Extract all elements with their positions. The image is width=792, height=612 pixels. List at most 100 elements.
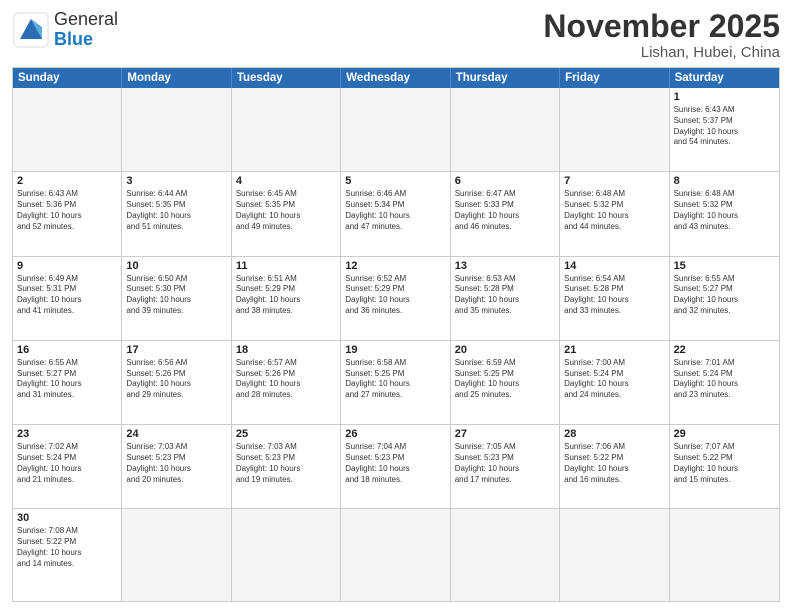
calendar-cell: 14 Sunrise: 6:54 AM Sunset: 5:28 PM Dayli… (560, 257, 669, 340)
calendar-cell (122, 88, 231, 171)
day-info: Sunrise: 6:52 AM Sunset: 5:29 PM Dayligh… (345, 274, 445, 317)
day-number: 13 (455, 260, 555, 272)
calendar-body: 1Sunrise: 6:43 AM Sunset: 5:37 PM Daylig… (13, 88, 779, 601)
calendar-cell: 11 Sunrise: 6:51 AM Sunset: 5:29 PM Dayli… (232, 257, 341, 340)
calendar-cell: 20 Sunrise: 6:59 AM Sunset: 5:25 PM Dayli… (451, 341, 560, 424)
day-info: Sunrise: 7:00 AM Sunset: 5:24 PM Dayligh… (564, 358, 664, 401)
calendar-cell: 28Sunrise: 7:06 AM Sunset: 5:22 PM Dayli… (560, 425, 669, 508)
day-info: Sunrise: 6:59 AM Sunset: 5:25 PM Dayligh… (455, 358, 555, 401)
calendar-cell: 2 Sunrise: 6:43 AM Sunset: 5:36 PM Daylig… (13, 172, 122, 255)
day-info: Sunrise: 6:53 AM Sunset: 5:28 PM Dayligh… (455, 274, 555, 317)
day-info: Sunrise: 6:45 AM Sunset: 5:35 PM Dayligh… (236, 189, 336, 232)
title-area: November 2025 Lishan, Hubei, China (543, 10, 780, 61)
day-number: 10 (126, 260, 226, 272)
day-info: Sunrise: 7:02 AM Sunset: 5:24 PM Dayligh… (17, 442, 117, 485)
calendar-cell: 22 Sunrise: 7:01 AM Sunset: 5:24 PM Dayli… (670, 341, 779, 424)
calendar-week-6: 30 Sunrise: 7:08 AM Sunset: 5:22 PM Dayli… (13, 509, 779, 601)
day-info: Sunrise: 7:03 AM Sunset: 5:23 PM Dayligh… (236, 442, 336, 485)
day-number: 14 (564, 260, 664, 272)
calendar-cell: 25 Sunrise: 7:03 AM Sunset: 5:23 PM Dayli… (232, 425, 341, 508)
calendar-cell: 13 Sunrise: 6:53 AM Sunset: 5:28 PM Dayli… (451, 257, 560, 340)
day-info: Sunrise: 6:56 AM Sunset: 5:26 PM Dayligh… (126, 358, 226, 401)
day-info: Sunrise: 7:08 AM Sunset: 5:22 PM Dayligh… (17, 526, 117, 569)
calendar-cell: 4 Sunrise: 6:45 AM Sunset: 5:35 PM Daylig… (232, 172, 341, 255)
day-info: Sunrise: 6:55 AM Sunset: 5:27 PM Dayligh… (17, 358, 117, 401)
calendar-week-5: 23 Sunrise: 7:02 AM Sunset: 5:24 PM Dayli… (13, 425, 779, 509)
day-number: 30 (17, 512, 117, 524)
calendar-cell: 1Sunrise: 6:43 AM Sunset: 5:37 PM Daylig… (670, 88, 779, 171)
logo-general-text: General (54, 9, 118, 29)
day-number: 12 (345, 260, 445, 272)
day-info: Sunrise: 6:54 AM Sunset: 5:28 PM Dayligh… (564, 274, 664, 317)
calendar-week-1: 1Sunrise: 6:43 AM Sunset: 5:37 PM Daylig… (13, 88, 779, 172)
logo-icon (12, 11, 50, 49)
day-info: Sunrise: 6:48 AM Sunset: 5:32 PM Dayligh… (564, 189, 664, 232)
calendar-cell (451, 509, 560, 601)
logo-blue-text: Blue (54, 29, 93, 49)
day-info: Sunrise: 6:49 AM Sunset: 5:31 PM Dayligh… (17, 274, 117, 317)
day-number: 21 (564, 344, 664, 356)
calendar-cell: 24 Sunrise: 7:03 AM Sunset: 5:23 PM Dayli… (122, 425, 231, 508)
calendar-cell: 23 Sunrise: 7:02 AM Sunset: 5:24 PM Dayli… (13, 425, 122, 508)
calendar-cell: 9 Sunrise: 6:49 AM Sunset: 5:31 PM Daylig… (13, 257, 122, 340)
calendar-cell: 3Sunrise: 6:44 AM Sunset: 5:35 PM Daylig… (122, 172, 231, 255)
day-info: Sunrise: 6:58 AM Sunset: 5:25 PM Dayligh… (345, 358, 445, 401)
day-number: 11 (236, 260, 336, 272)
day-info: Sunrise: 6:57 AM Sunset: 5:26 PM Dayligh… (236, 358, 336, 401)
day-number: 15 (674, 260, 775, 272)
day-info: Sunrise: 7:07 AM Sunset: 5:22 PM Dayligh… (674, 442, 775, 485)
day-info: Sunrise: 6:48 AM Sunset: 5:32 PM Dayligh… (674, 189, 775, 232)
calendar-cell: 30 Sunrise: 7:08 AM Sunset: 5:22 PM Dayli… (13, 509, 122, 601)
day-number: 24 (126, 428, 226, 440)
calendar-cell: 27 Sunrise: 7:05 AM Sunset: 5:23 PM Dayli… (451, 425, 560, 508)
calendar-header-thursday: Thursday (451, 68, 560, 88)
day-number: 26 (345, 428, 445, 440)
calendar-cell: 19 Sunrise: 6:58 AM Sunset: 5:25 PM Dayli… (341, 341, 450, 424)
day-number: 19 (345, 344, 445, 356)
day-number: 29 (674, 428, 775, 440)
calendar-cell (341, 88, 450, 171)
day-info: Sunrise: 6:50 AM Sunset: 5:30 PM Dayligh… (126, 274, 226, 317)
calendar-cell: 6Sunrise: 6:47 AM Sunset: 5:33 PM Daylig… (451, 172, 560, 255)
calendar-cell (13, 88, 122, 171)
calendar-cell: 17Sunrise: 6:56 AM Sunset: 5:26 PM Dayli… (122, 341, 231, 424)
day-number: 20 (455, 344, 555, 356)
calendar: SundayMondayTuesdayWednesdayThursdayFrid… (12, 67, 780, 602)
calendar-cell: 12 Sunrise: 6:52 AM Sunset: 5:29 PM Dayli… (341, 257, 450, 340)
calendar-header-tuesday: Tuesday (232, 68, 341, 88)
logo-area: General Blue (12, 10, 118, 50)
day-info: Sunrise: 6:55 AM Sunset: 5:27 PM Dayligh… (674, 274, 775, 317)
day-number: 18 (236, 344, 336, 356)
calendar-cell (451, 88, 560, 171)
day-number: 28 (564, 428, 664, 440)
logo: General Blue (12, 10, 118, 50)
day-info: Sunrise: 6:43 AM Sunset: 5:36 PM Dayligh… (17, 189, 117, 232)
day-info: Sunrise: 7:03 AM Sunset: 5:23 PM Dayligh… (126, 442, 226, 485)
day-number: 23 (17, 428, 117, 440)
day-number: 25 (236, 428, 336, 440)
calendar-cell: 5Sunrise: 6:46 AM Sunset: 5:34 PM Daylig… (341, 172, 450, 255)
calendar-header-monday: Monday (122, 68, 231, 88)
day-number: 3 (126, 175, 226, 187)
day-info: Sunrise: 6:51 AM Sunset: 5:29 PM Dayligh… (236, 274, 336, 317)
day-info: Sunrise: 7:05 AM Sunset: 5:23 PM Dayligh… (455, 442, 555, 485)
month-title: November 2025 (543, 10, 780, 42)
day-number: 27 (455, 428, 555, 440)
calendar-cell: 7Sunrise: 6:48 AM Sunset: 5:32 PM Daylig… (560, 172, 669, 255)
day-number: 2 (17, 175, 117, 187)
calendar-cell (232, 509, 341, 601)
day-number: 22 (674, 344, 775, 356)
calendar-cell (670, 509, 779, 601)
calendar-week-4: 16Sunrise: 6:55 AM Sunset: 5:27 PM Dayli… (13, 341, 779, 425)
calendar-cell: 10 Sunrise: 6:50 AM Sunset: 5:30 PM Dayli… (122, 257, 231, 340)
day-info: Sunrise: 7:01 AM Sunset: 5:24 PM Dayligh… (674, 358, 775, 401)
calendar-cell: 16Sunrise: 6:55 AM Sunset: 5:27 PM Dayli… (13, 341, 122, 424)
calendar-cell (341, 509, 450, 601)
calendar-cell: 26Sunrise: 7:04 AM Sunset: 5:23 PM Dayli… (341, 425, 450, 508)
calendar-cell: 18 Sunrise: 6:57 AM Sunset: 5:26 PM Dayli… (232, 341, 341, 424)
header: General Blue November 2025 Lishan, Hubei… (12, 10, 780, 61)
day-info: Sunrise: 6:47 AM Sunset: 5:33 PM Dayligh… (455, 189, 555, 232)
day-number: 9 (17, 260, 117, 272)
calendar-cell: 8Sunrise: 6:48 AM Sunset: 5:32 PM Daylig… (670, 172, 779, 255)
day-number: 4 (236, 175, 336, 187)
